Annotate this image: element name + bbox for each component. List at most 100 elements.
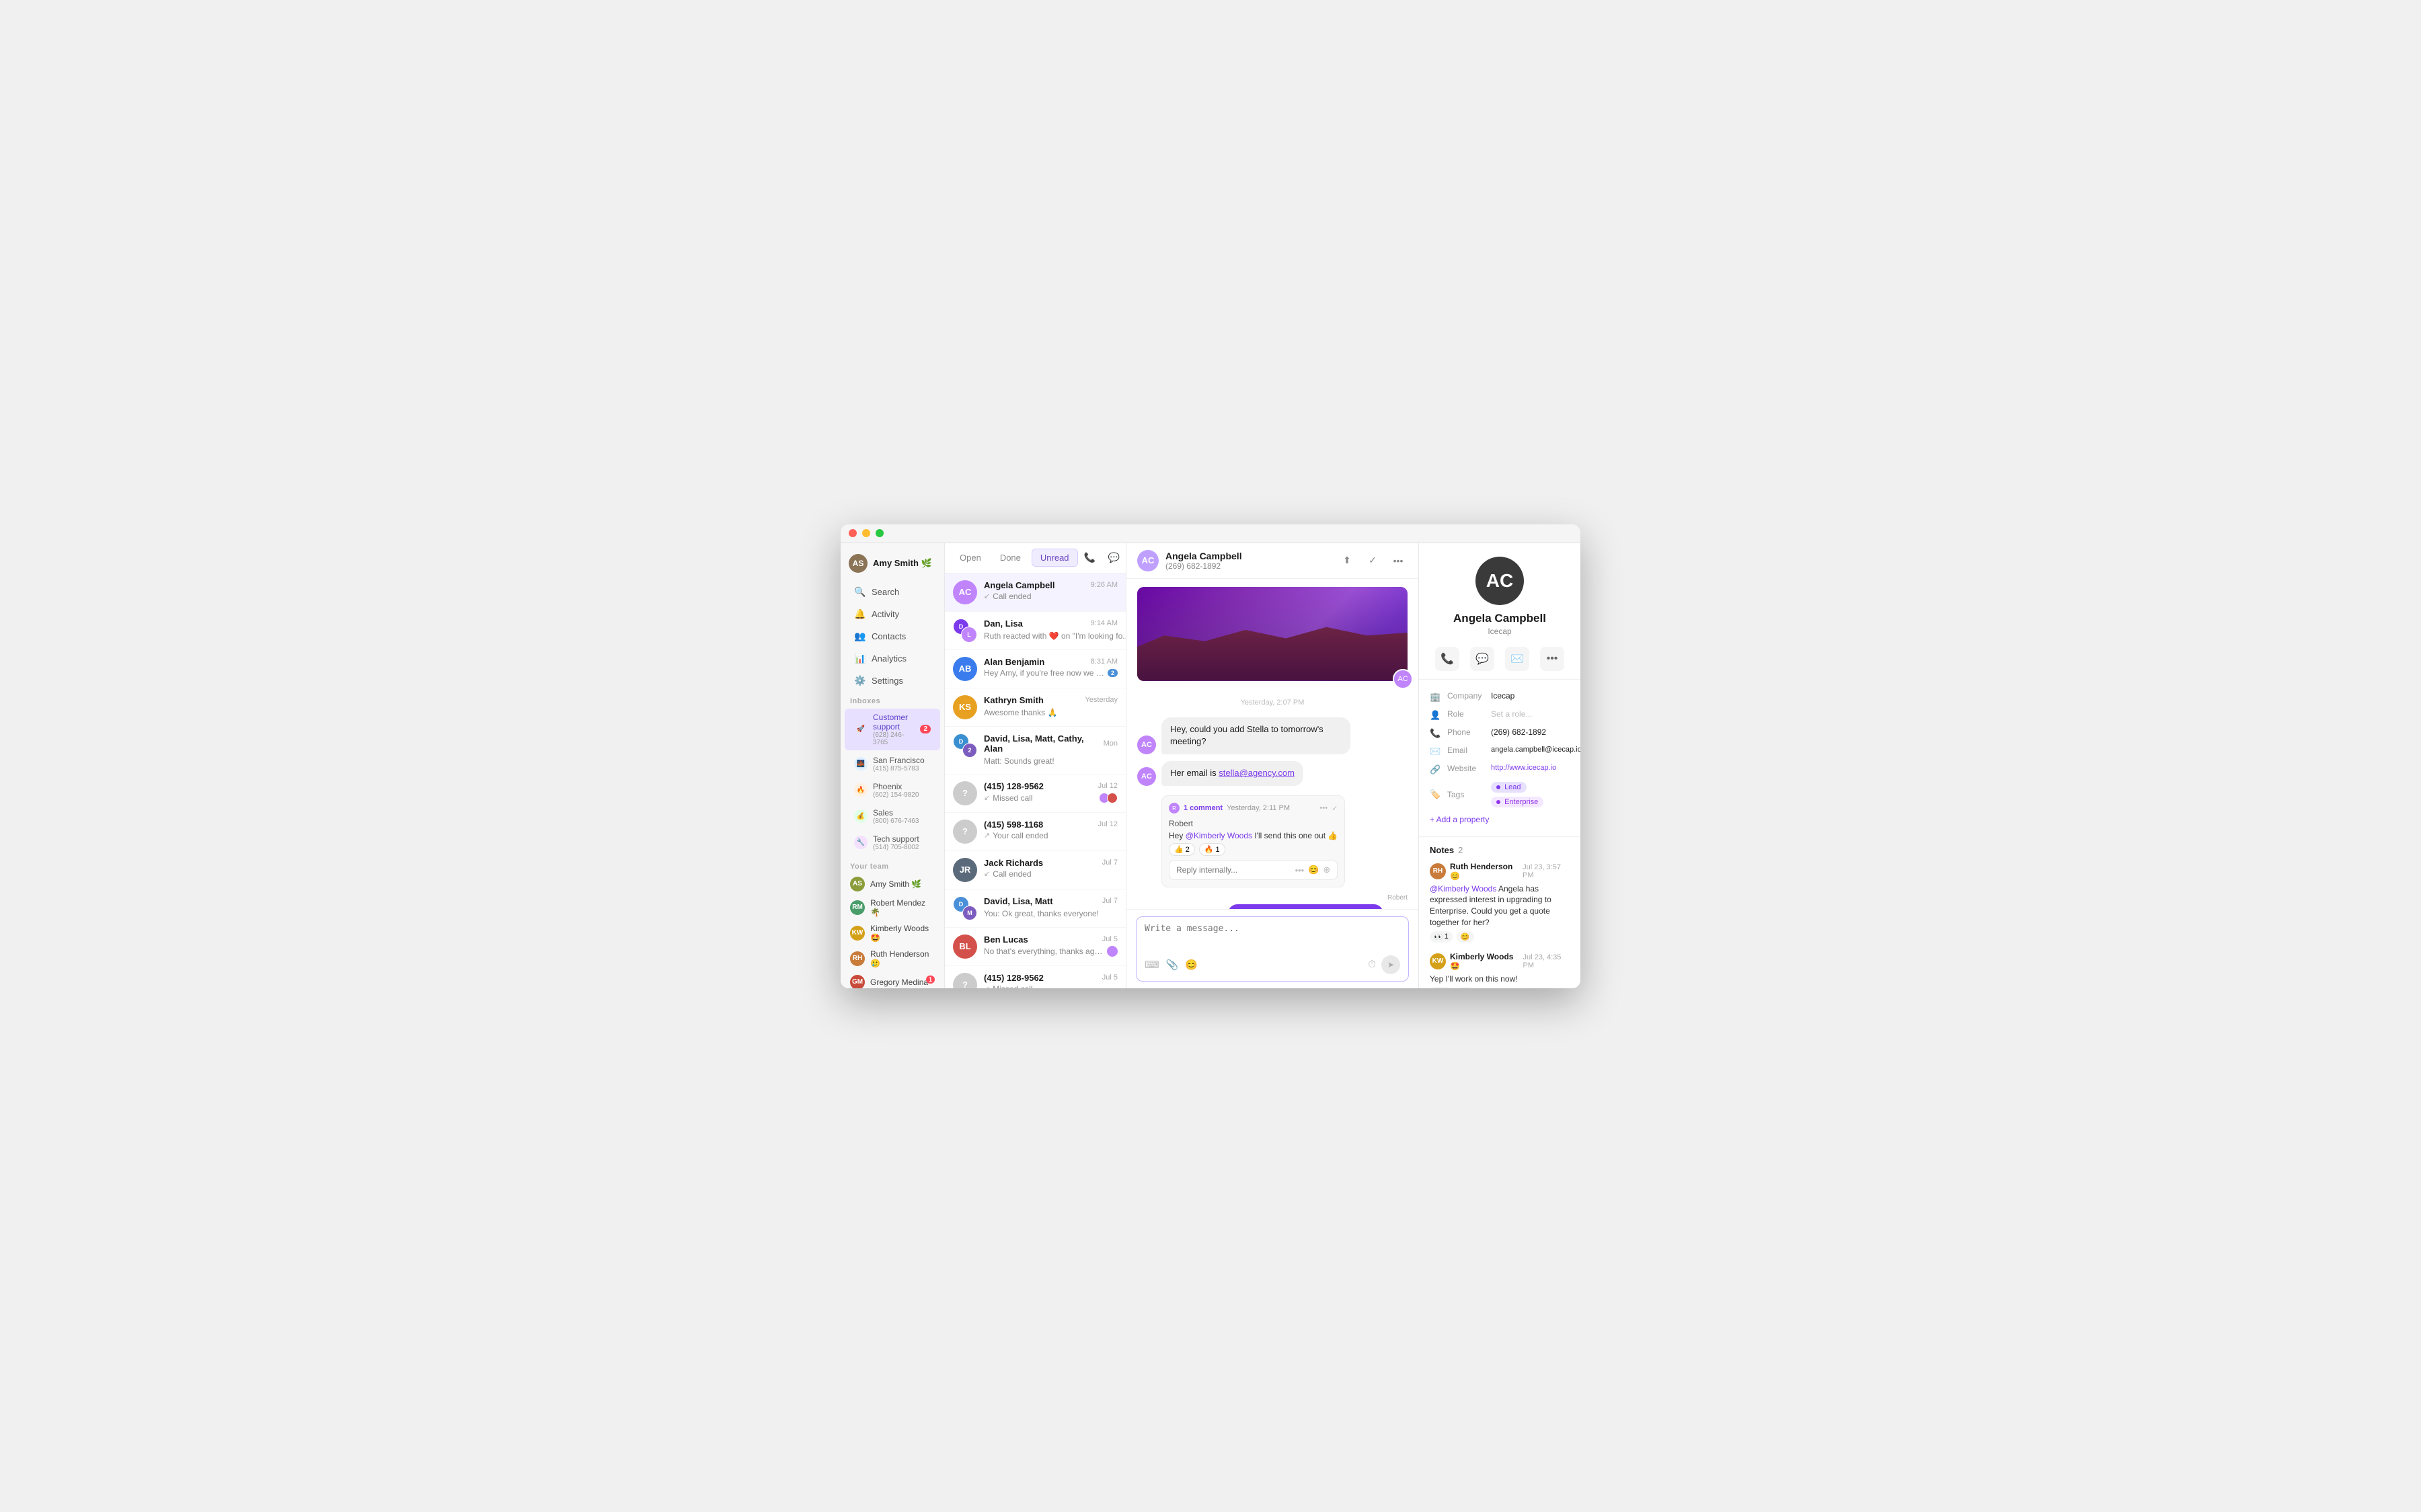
website-value[interactable]: http://www.icecap.io [1491,764,1556,772]
conversation-tabs: Open Done Unread 📞 💬 [945,543,1126,573]
inbox-number-sf: (415) 875-5783 [873,765,925,772]
send-button[interactable]: ➤ [1381,955,1400,974]
notes-header: Notes 2 [1430,845,1570,855]
inbox-info-sf: San Francisco (415) 875-5783 [873,756,925,772]
close-button[interactable] [849,529,857,537]
note-reaction-eyes[interactable]: 👀 1 [1430,931,1453,943]
check-icon-btn[interactable]: ✓ [1363,551,1382,570]
missed-call-icon: ↙ [984,592,990,600]
conv-time-phone3: Jul 5 [1102,973,1118,982]
contact-email-btn[interactable]: ✉️ [1505,647,1529,671]
notes-count: 2 [1458,845,1463,855]
tag-enterprise[interactable]: Enterprise [1491,797,1543,807]
conv-sub-avatar-lisa: L [961,627,977,643]
conversation-item-jack[interactable]: JR Jack Richards Jul 7 ↙ Call ended [945,851,1126,889]
thread-check-btn[interactable]: ✓ [1332,804,1338,813]
thread-reply-emoji[interactable]: 😊 [1308,865,1319,875]
contact-call-btn[interactable]: 📞 [1435,647,1459,671]
conversation-item-david-group[interactable]: D 2 David, Lisa, Matt, Cathy, Alan Mon M… [945,727,1126,774]
tab-open[interactable]: Open [952,549,989,566]
minimize-button[interactable] [862,529,870,537]
email-link[interactable]: stella@agency.com [1219,768,1295,778]
inbox-item-sales[interactable]: 💰 Sales (800) 676-7463 [845,804,940,829]
sidebar-item-contacts[interactable]: 👥 Contacts [845,626,940,647]
missed-call-icon3: ↙ [984,984,990,988]
conv-time-alan: 8:31 AM [1091,658,1118,666]
conv-sub-avatar-david2: 2 [962,743,977,758]
conversation-item-ben[interactable]: BL Ben Lucas Jul 5 No that's everything,… [945,928,1126,966]
tab-unread[interactable]: Unread [1032,549,1078,567]
role-label: Role [1447,709,1484,719]
conversation-item-phone2[interactable]: ? (415) 598-1168 Jul 12 ↗ Your call ende… [945,813,1126,851]
tag-lead[interactable]: Lead [1491,782,1527,793]
msg-avatar-angela-1: AC [1137,735,1156,754]
conversation-item-phone3[interactable]: ? (415) 128-9562 Jul 5 ↙ Missed call [945,966,1126,988]
conversation-item-kathryn[interactable]: KS Kathryn Smith Yesterday Awesome thank… [945,688,1126,727]
more-icon-btn[interactable]: ••• [1389,551,1408,570]
conversation-list: AC Angela Campbell 9:26 AM ↙ Call ended [945,573,1126,988]
conv-name-david-group: David, Lisa, Matt, Cathy, Alan [984,733,1104,754]
compose-icon-btn[interactable]: 💬 [1105,549,1124,567]
conversation-item-david-matt[interactable]: D M David, Lisa, Matt Jul 7 You: Ok grea… [945,889,1126,928]
sidebar-item-settings[interactable]: ⚙️ Settings [845,670,940,691]
thread-comment-count[interactable]: 1 comment [1184,804,1223,812]
note-reactions-1: 👀 1 😊 [1430,931,1570,943]
conversation-item-alan[interactable]: AB Alan Benjamin 8:31 AM Hey Amy, if you… [945,650,1126,688]
message-input-area: ⌨ 📎 😊 ⏱ ➤ [1126,909,1418,988]
team-member-robert[interactable]: RM Robert Mendez 🌴 [841,895,944,920]
conv-content-ben: Ben Lucas Jul 5 No that's everything, th… [984,934,1118,957]
reaction-fire[interactable]: 🔥 1 [1199,843,1225,856]
thread-reply-submit[interactable]: ⊕ [1323,865,1330,875]
message-bubble-1: Hey, could you add Stella to tomorrow's … [1161,717,1350,755]
note-author-kimberly: Kimberly Woods 🤩 [1450,952,1519,971]
inbox-badge-customer-support: 2 [920,725,931,733]
add-property-button[interactable]: + Add a property [1430,811,1570,828]
share-icon-btn[interactable]: ⬆ [1338,551,1356,570]
contact-chat-btn[interactable]: 💬 [1470,647,1494,671]
note-reaction-smile-1[interactable]: 😊 [1457,931,1474,943]
timer-icon-btn[interactable]: ⏱ [1368,959,1376,970]
contact-panel: AC Angela Campbell Icecap 📞 💬 ✉️ ••• 🏢 C… [1419,543,1580,988]
lead-tag-label: Lead [1504,783,1521,791]
tab-done[interactable]: Done [992,549,1029,566]
thread-reply-input[interactable] [1176,865,1291,875]
sidebar-item-analytics[interactable]: 📊 Analytics [845,648,940,669]
inbox-item-customer-support[interactable]: 🚀 Customer support (628) 246-3765 2 [845,709,940,750]
chat-header-avatar: AC [1137,550,1159,571]
alan-badge: 2 [1108,669,1118,677]
inbox-info-sales: Sales (800) 676-7463 [873,808,919,825]
note-reaction-smile-2[interactable]: 😊 [1457,987,1474,988]
thread-reply-more[interactable]: ••• [1295,865,1305,875]
message-input[interactable] [1145,924,1400,948]
outgoing-message-container: Robert R Yeah of course, the invite has … [1137,894,1408,908]
contact-more-btn[interactable]: ••• [1540,647,1564,671]
attach-icon-btn[interactable]: 📎 [1166,959,1179,971]
format-icon-btn[interactable]: ⌨ [1145,959,1159,971]
maximize-button[interactable] [876,529,884,537]
note-item-2: KW Kimberly Woods 🤩 Jul 23, 4:35 PM Yep … [1430,952,1570,988]
sidebar-item-activity[interactable]: 🔔 Activity [845,604,940,625]
conv-name-alan: Alan Benjamin [984,657,1044,667]
conversation-item-phone1[interactable]: ? (415) 128-9562 Jul 12 ↙ Missed call [945,774,1126,813]
team-member-ruth[interactable]: RH Ruth Henderson 🥲 [841,946,944,971]
emoji-icon-btn[interactable]: 😊 [1185,959,1198,971]
team-member-kimberly[interactable]: KW Kimberly Woods 🤩 [841,920,944,946]
note-reaction-pray[interactable]: 🙏 1 [1430,987,1453,988]
team-name-gregory: Gregory Medina [870,978,928,987]
eyes-count: 1 [1445,932,1449,941]
sidebar-item-search[interactable]: 🔍 Search [845,582,940,602]
team-member-amy[interactable]: AS Amy Smith 🌿 [841,873,944,895]
thread-more-btn[interactable]: ••• [1320,804,1328,812]
inbox-item-san-francisco[interactable]: 🌉 San Francisco (415) 875-5783 [845,752,940,777]
inbox-number-tech: (514) 705-8002 [873,844,919,851]
message-input-box: ⌨ 📎 😊 ⏱ ➤ [1136,916,1409,982]
inbox-item-tech-support[interactable]: 🔧 Tech support (514) 705-8002 [845,830,940,855]
reaction-thumbsup[interactable]: 👍 2 [1169,843,1195,856]
team-member-gregory[interactable]: GM Gregory Medina 1 [841,971,944,988]
phone-icon: 📞 [1430,728,1440,739]
phone-icon-btn[interactable]: 📞 [1081,549,1100,567]
conversation-item-dan-lisa[interactable]: D L Dan, Lisa 9:14 AM Ruth reacted with … [945,612,1126,650]
inbox-item-phoenix[interactable]: 🔥 Phoenix (602) 154-9820 [845,778,940,803]
conversation-item-angela[interactable]: AC Angela Campbell 9:26 AM ↙ Call ended [945,573,1126,612]
role-value[interactable]: Set a role... [1491,709,1532,719]
